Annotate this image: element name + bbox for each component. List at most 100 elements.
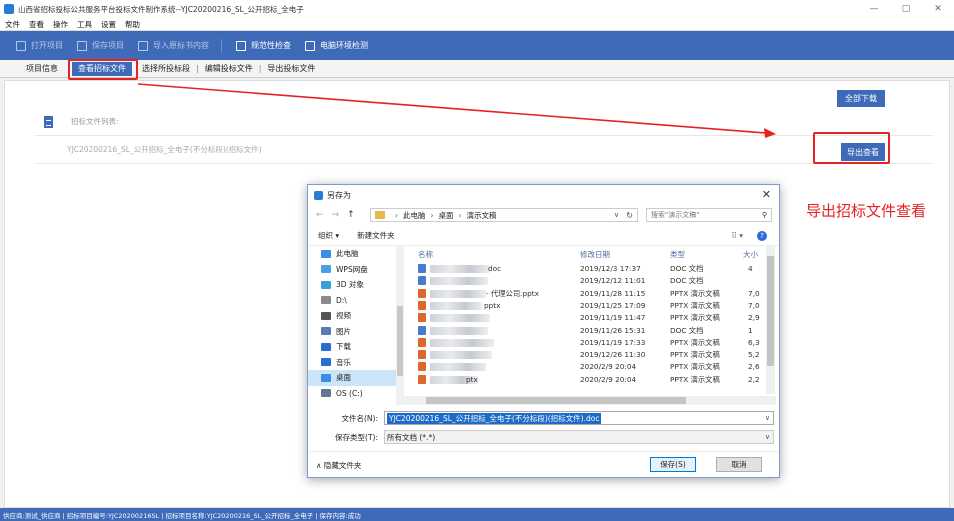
save-button[interactable]: 保存(S) <box>650 457 696 472</box>
file-row[interactable]: 2019/11/19 11:47 PPTX 演示文稿 2,9 <box>408 312 768 324</box>
import-content-label: 导入原标书内容 <box>153 41 209 50</box>
import-content-button[interactable]: 导入原标书内容 <box>138 38 222 53</box>
redacted-filename <box>430 338 494 347</box>
scroll-thumb[interactable] <box>397 306 403 376</box>
file-size: 1 <box>748 325 753 335</box>
open-project-button[interactable]: 打开项目 <box>16 40 63 51</box>
checklist-icon <box>236 40 246 51</box>
filename-field[interactable]: YJC20200216_SL_公开招标_全电子(不分标段)(招标文件).doc … <box>384 411 774 425</box>
new-folder-button[interactable]: 新建文件夹 <box>357 230 395 241</box>
tree-item[interactable]: OS (C:) <box>308 386 404 402</box>
menu-operation[interactable]: 操作 <box>53 19 68 30</box>
tree-item[interactable]: WPS网盘 <box>308 262 404 278</box>
file-icon <box>418 288 426 298</box>
env-check-button[interactable]: 电脑环境检测 <box>305 40 368 51</box>
file-type: DOC 文档 <box>670 276 704 286</box>
menu-tools[interactable]: 工具 <box>77 19 92 30</box>
column-name[interactable]: 名称 <box>418 249 433 260</box>
file-type: PPTX 演示文稿 <box>670 300 720 310</box>
file-icon <box>418 313 426 323</box>
menu-view[interactable]: 查看 <box>29 19 44 30</box>
tree-item[interactable]: 此电脑 <box>308 246 404 262</box>
file-list-label: 招标文件列表: <box>71 117 119 126</box>
tree-item[interactable]: 音乐 <box>308 355 404 371</box>
view-options-icon[interactable]: ⠿ ▾ <box>731 231 743 240</box>
maximize-button[interactable]: ▢ <box>890 0 922 18</box>
search-icon: ⚲ <box>761 211 767 219</box>
file-size: 7,0 <box>748 300 760 310</box>
file-date: 2020/2/9 20:04 <box>580 362 637 372</box>
tab-export-bid[interactable]: 导出投标文件 <box>261 62 321 76</box>
file-row[interactable]: 2019/12/12 11:01 DOC 文档 <box>408 275 768 287</box>
folder-icon <box>321 265 331 274</box>
file-date: 2020/2/9 20:04 <box>580 374 637 384</box>
chevron-down-icon[interactable]: ∨ <box>765 414 770 422</box>
file-name-suffix: pptx <box>484 300 501 310</box>
tree-item[interactable]: 图片 <box>308 324 404 340</box>
column-date[interactable]: 修改日期 <box>580 249 610 260</box>
file-size: 4 <box>748 264 753 273</box>
standard-check-button[interactable]: 规范性检查 <box>236 40 291 51</box>
tab-project-info[interactable]: 项目信息 <box>20 62 64 76</box>
folder-icon <box>321 327 331 336</box>
tab-select-section[interactable]: 选择所投标段 <box>136 62 196 76</box>
menu-file[interactable]: 文件 <box>5 19 20 30</box>
tree-item[interactable]: 视频 <box>308 308 404 324</box>
address-bar[interactable]: › 此电脑 › 桌面 › 演示文稿 ∨ ↻ <box>370 208 638 222</box>
file-list-vscrollbar[interactable] <box>766 246 775 394</box>
chevron-down-icon[interactable]: ∨ <box>614 211 619 219</box>
file-row[interactable]: pptx 2019/11/25 17:09 PPTX 演示文稿 7,0 <box>408 300 768 312</box>
folder-icon <box>375 211 385 219</box>
download-all-button[interactable]: 全部下载 <box>837 90 885 107</box>
tree-item[interactable]: D:\ <box>308 293 404 309</box>
file-row[interactable]: 2019/12/26 11:30 PPTX 演示文稿 5,2 <box>408 349 768 361</box>
column-type[interactable]: 类型 <box>670 249 685 260</box>
help-icon[interactable]: ? <box>757 230 767 241</box>
file-name-suffix: - 代理公司.pptx <box>486 288 539 298</box>
breadcrumb-desktop[interactable]: 桌面 <box>439 210 454 221</box>
scroll-thumb[interactable] <box>426 397 686 404</box>
up-arrow-icon[interactable]: ↑ <box>347 210 355 220</box>
menu-help[interactable]: 帮助 <box>125 19 140 30</box>
file-list-hscrollbar[interactable] <box>396 396 776 405</box>
organize-button[interactable]: 组织 ▾ <box>318 230 339 241</box>
close-button[interactable]: ✕ <box>922 0 954 18</box>
file-row[interactable]: - 代理公司.pptx 2019/11/28 11:15 PPTX 演示文稿 7,0 <box>408 288 768 300</box>
breadcrumb-this-pc[interactable]: 此电脑 <box>403 210 426 221</box>
tree-scrollbar[interactable] <box>396 246 404 401</box>
tree-item[interactable]: 桌面 <box>308 370 404 386</box>
redacted-filename <box>430 326 488 335</box>
tree-item[interactable]: 3D 对象 <box>308 277 404 293</box>
breadcrumb-folder[interactable]: 演示文稿 <box>467 210 497 221</box>
file-row[interactable]: ptx 2020/2/9 20:04 PPTX 演示文稿 2,2 <box>408 374 768 386</box>
save-project-button[interactable]: 保存项目 <box>77 40 124 51</box>
folder-icon <box>321 358 331 367</box>
file-row[interactable]: 2019/11/19 17:33 PPTX 演示文稿 6,3 <box>408 337 768 349</box>
tree-item-label: 下载 <box>336 342 351 352</box>
save-as-dialog: 另存为 ✕ ← → ↑ › 此电脑 › 桌面 › 演示文稿 ∨ ↻ 搜索"演示文… <box>307 184 780 478</box>
menu-settings[interactable]: 设置 <box>101 19 116 30</box>
scroll-thumb[interactable] <box>767 256 774 366</box>
refresh-icon[interactable]: ↻ <box>626 211 633 220</box>
filetype-select[interactable]: 所有文档 (*.*) ∨ <box>384 430 774 444</box>
file-row[interactable]: doc 2019/12/3 17:37 DOC 文档 4 <box>408 263 768 275</box>
file-row[interactable]: 2020/2/9 20:04 PPTX 演示文稿 2,6 <box>408 361 768 373</box>
forward-arrow-icon[interactable]: → <box>332 210 340 220</box>
hide-folders-toggle[interactable]: ∧ 隐藏文件夹 <box>316 460 361 471</box>
file-type: PPTX 演示文稿 <box>670 362 720 372</box>
file-type: PPTX 演示文稿 <box>670 337 720 347</box>
search-input[interactable]: 搜索"演示文稿" ⚲ <box>646 208 772 222</box>
back-arrow-icon[interactable]: ← <box>316 210 324 220</box>
minimize-button[interactable]: — <box>858 0 890 18</box>
file-icon <box>418 264 426 273</box>
file-row[interactable]: 2019/11/26 15:31 DOC 文档 1 <box>408 325 768 337</box>
navigation-tree: 此电脑 WPS网盘 3D 对象 D:\ 视频 图片下载音乐 桌面 OS (C:) <box>308 246 404 405</box>
column-size[interactable]: 大小 <box>743 249 758 260</box>
chevron-down-icon[interactable]: ∨ <box>765 433 770 441</box>
cancel-button[interactable]: 取消 <box>716 457 762 472</box>
tree-item[interactable]: 下载 <box>308 339 404 355</box>
close-icon[interactable]: ✕ <box>762 188 771 201</box>
file-list-header: 招标文件列表: <box>35 108 933 136</box>
folder-icon <box>321 249 331 258</box>
tab-edit-bid[interactable]: 编辑投标文件 <box>199 62 259 76</box>
